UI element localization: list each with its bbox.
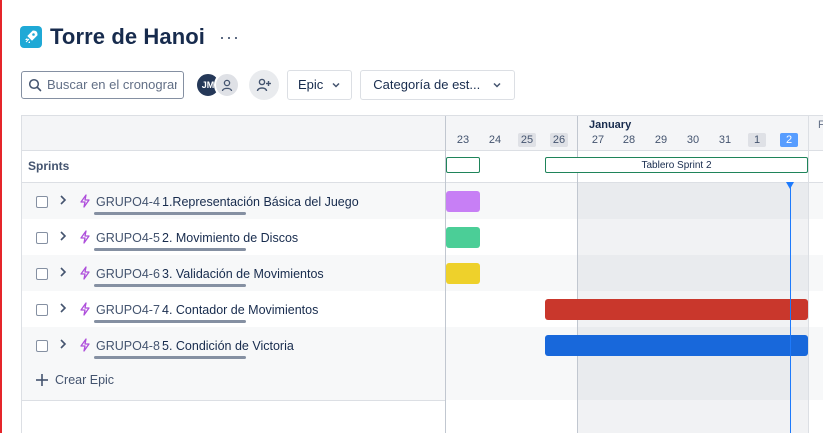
sprints-label: Sprints	[28, 159, 70, 173]
epic-progress-bar	[94, 356, 246, 359]
day-label: 30	[686, 134, 700, 146]
sprint-bar[interactable]	[446, 157, 480, 173]
epic-timeline-bar[interactable]	[545, 299, 808, 320]
chevron-right-icon[interactable]	[58, 266, 68, 281]
row-checkbox[interactable]	[36, 196, 48, 208]
epic-lightning-icon	[80, 194, 90, 208]
search-icon	[28, 78, 42, 91]
epic-key[interactable]: GRUPO4-8	[96, 339, 160, 353]
row-checkbox[interactable]	[36, 340, 48, 352]
epic-timeline-bar[interactable]	[446, 227, 480, 248]
grid-border	[21, 115, 823, 116]
search-box[interactable]	[21, 70, 184, 99]
day-label: 31	[718, 134, 732, 146]
day-label: 25	[518, 133, 536, 147]
epic-key[interactable]: GRUPO4-5	[96, 231, 160, 245]
epic-progress-bar	[94, 212, 246, 215]
window-edge	[0, 0, 2, 433]
epic-title[interactable]: 4. Contador de Movimientos	[162, 303, 318, 317]
page-header: Torre de Hanoi ···	[20, 22, 240, 52]
epic-lightning-icon	[80, 302, 90, 316]
status-category-label: Categoría de est...	[373, 77, 481, 92]
epic-key[interactable]: GRUPO4-6	[96, 267, 160, 281]
month-label: January	[589, 119, 632, 131]
day-label: 26	[550, 133, 568, 147]
epic-lightning-icon	[80, 338, 90, 352]
epic-progress-bar	[94, 320, 246, 323]
month-label: F	[818, 119, 823, 131]
project-rocket-icon	[20, 26, 42, 48]
epic-progress-bar	[94, 284, 246, 287]
row-checkbox[interactable]	[36, 304, 48, 316]
status-category-dropdown[interactable]: Categoría de est...	[360, 69, 516, 100]
grid-border	[21, 400, 445, 401]
epic-lightning-icon	[80, 266, 90, 280]
chevron-down-icon	[332, 82, 340, 88]
day-label: 28	[622, 134, 636, 146]
plus-icon	[36, 374, 48, 386]
search-input[interactable]	[47, 77, 177, 92]
grid-border	[21, 182, 823, 183]
epic-timeline-bar[interactable]	[545, 335, 808, 356]
chevron-right-icon[interactable]	[58, 338, 68, 353]
timeline-header	[22, 116, 823, 150]
epic-timeline-bar[interactable]	[446, 191, 480, 212]
chevron-down-icon	[493, 82, 501, 88]
day-label: 1	[748, 133, 766, 147]
today-day-label: 2	[780, 133, 798, 147]
epic-key[interactable]: GRUPO4-7	[96, 303, 160, 317]
epic-key[interactable]: GRUPO4-4	[96, 195, 160, 209]
epic-filter-label: Epic	[298, 77, 324, 92]
row-checkbox[interactable]	[36, 232, 48, 244]
sprint-bar[interactable]: Tablero Sprint 2	[545, 157, 808, 173]
epic-lightning-icon	[80, 230, 90, 244]
today-marker-icon	[786, 182, 794, 189]
more-actions-button[interactable]: ···	[219, 27, 240, 48]
unassigned-avatar-icon[interactable]	[214, 71, 240, 98]
epic-title[interactable]: 3. Validación de Movimientos	[162, 267, 324, 281]
day-label: 27	[591, 134, 605, 146]
grid-border	[21, 150, 823, 151]
month-separator	[808, 116, 809, 433]
day-label: 29	[654, 134, 668, 146]
create-epic-label: Crear Epic	[55, 373, 115, 387]
epic-timeline-bar[interactable]	[446, 263, 480, 284]
add-people-button[interactable]	[249, 69, 279, 100]
day-label: 24	[488, 134, 502, 146]
create-epic-button[interactable]: Crear Epic	[35, 373, 114, 387]
chevron-right-icon[interactable]	[58, 230, 68, 245]
epic-filter-dropdown[interactable]: Epic	[287, 69, 353, 100]
chevron-right-icon[interactable]	[58, 194, 68, 209]
add-person-icon	[256, 78, 271, 91]
epic-title[interactable]: 1.Representación Básica del Juego	[162, 195, 359, 209]
chevron-right-icon[interactable]	[58, 302, 68, 317]
toolbar: JM Epic Categoría de est...	[21, 69, 516, 100]
page-title: Torre de Hanoi	[50, 24, 206, 49]
epic-title[interactable]: 2. Movimiento de Discos	[162, 231, 298, 245]
today-line	[790, 185, 791, 433]
epic-progress-bar	[94, 248, 246, 251]
row-checkbox[interactable]	[36, 268, 48, 280]
epic-title[interactable]: 5. Condición de Victoria	[162, 339, 294, 353]
day-label: 23	[456, 134, 470, 146]
